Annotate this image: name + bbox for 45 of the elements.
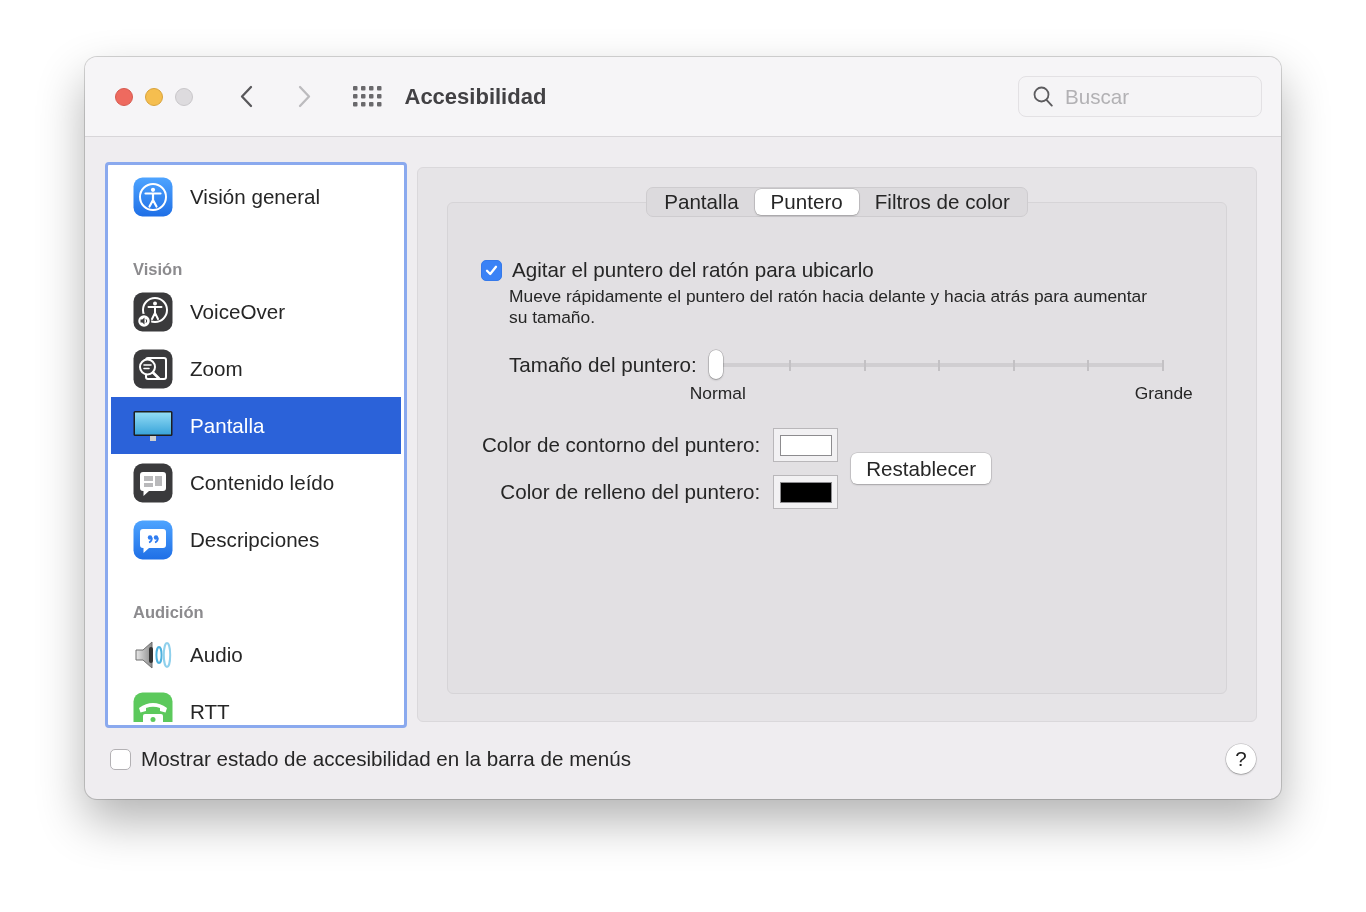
checkmark-icon	[485, 263, 498, 277]
slider-min-label: Normal	[689, 383, 746, 403]
close-button[interactable]	[115, 87, 133, 106]
sidebar-item[interactable]: Visión general	[111, 168, 401, 225]
chevron-right-icon	[297, 84, 311, 109]
color-label: Color de contorno del puntero:	[482, 433, 761, 457]
color-well[interactable]	[773, 428, 839, 462]
phone-icon	[133, 691, 173, 722]
search-field[interactable]: Buscar	[1018, 76, 1262, 117]
color-label: Color de relleno del puntero:	[500, 480, 761, 504]
reset-button[interactable]: Restablecer	[851, 453, 992, 484]
description-text: Mueve rápidamente el puntero del ratón hacia delante y hacia atrás para aumentar su tamaño.	[509, 286, 1149, 328]
slider-max-label: Grande	[1134, 383, 1193, 403]
back-button[interactable]	[240, 84, 254, 109]
help-button[interactable]: ?	[1226, 744, 1256, 774]
sidebar-item[interactable]: RTT	[111, 683, 401, 722]
checkbox[interactable]	[110, 748, 131, 770]
quote-bubble-icon	[133, 519, 173, 560]
grid-icon	[353, 86, 382, 107]
slider-label: Tamaño del puntero:	[509, 352, 697, 378]
sidebar-item[interactable]: VoiceOver	[111, 283, 401, 340]
tab[interactable]: Puntero	[754, 189, 859, 215]
checkbox-label: Mostrar estado de accesibilidad en la barra de menús	[141, 747, 631, 771]
accessibility-figure-icon	[133, 176, 173, 217]
sidebar-item[interactable]: Descripciones	[111, 511, 401, 568]
tab[interactable]: Pantalla	[648, 189, 755, 215]
figure-speaker-icon	[133, 291, 173, 332]
sidebar-item[interactable]: Audio	[111, 626, 401, 683]
section-heading: Visión	[132, 259, 184, 280]
sidebar-item[interactable]: Contenido leído	[111, 454, 401, 511]
magnifier-screen-icon	[133, 348, 173, 389]
color-well[interactable]	[773, 475, 839, 509]
search-icon	[1033, 86, 1053, 107]
chevron-left-icon	[240, 84, 254, 109]
minimize-button[interactable]	[145, 87, 163, 106]
sidebar-item[interactable]: Pantalla	[111, 397, 401, 454]
speech-bubble-icon	[133, 462, 173, 503]
tab[interactable]: Filtros de color	[858, 189, 1026, 215]
checkbox[interactable]	[481, 259, 502, 281]
show-all-button[interactable]	[353, 86, 382, 107]
window-title: Accesibilidad	[404, 83, 547, 110]
section-heading: Audición	[132, 602, 205, 623]
checkbox-label: Agitar el puntero del ratón para ubicarlo	[512, 258, 874, 282]
slider-thumb[interactable]	[708, 350, 723, 379]
sidebar-item[interactable]: Zoom	[111, 340, 401, 397]
